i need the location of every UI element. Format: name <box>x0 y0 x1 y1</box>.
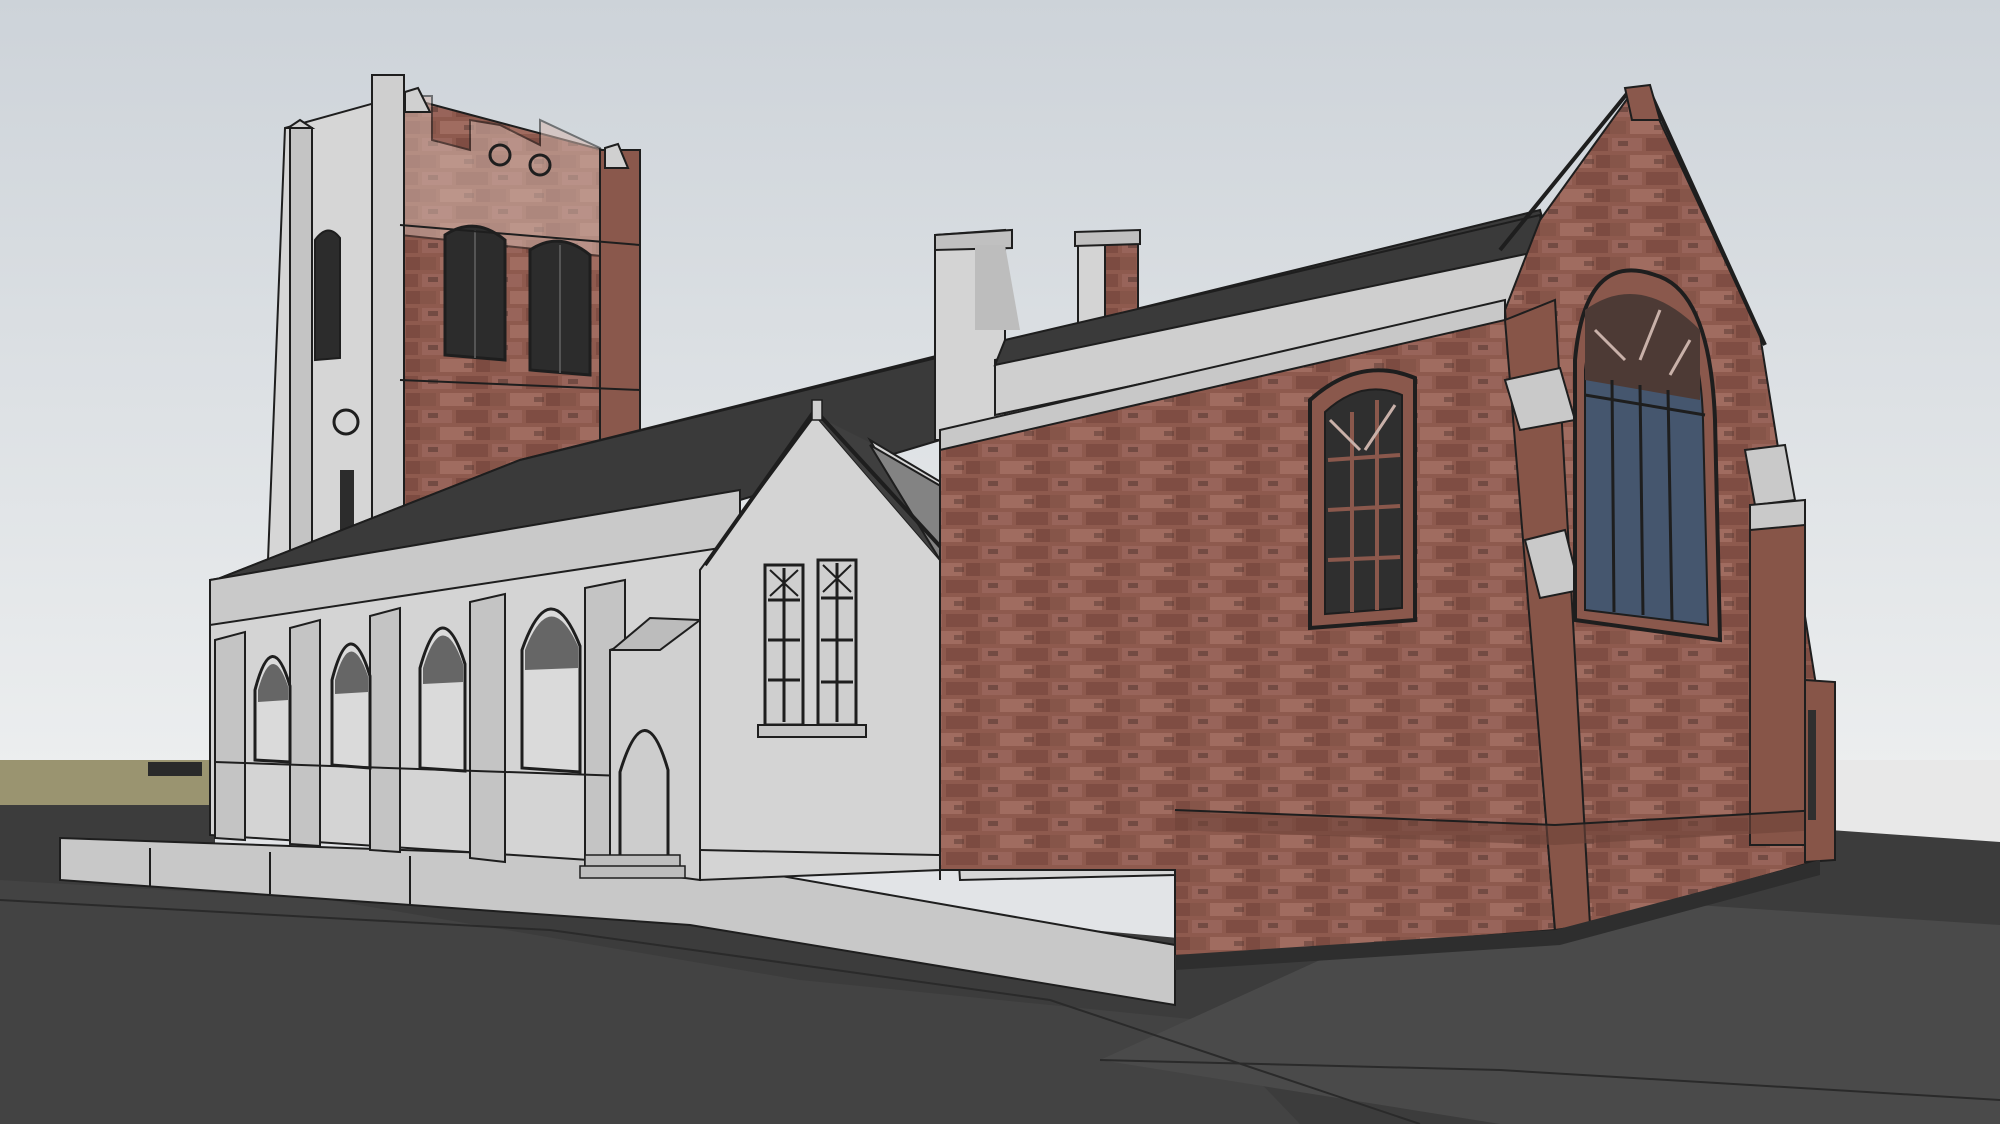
model-viewport <box>0 0 2000 1124</box>
church-model-render <box>0 0 2000 1124</box>
distant-object <box>148 762 202 776</box>
arched-door <box>618 729 670 868</box>
